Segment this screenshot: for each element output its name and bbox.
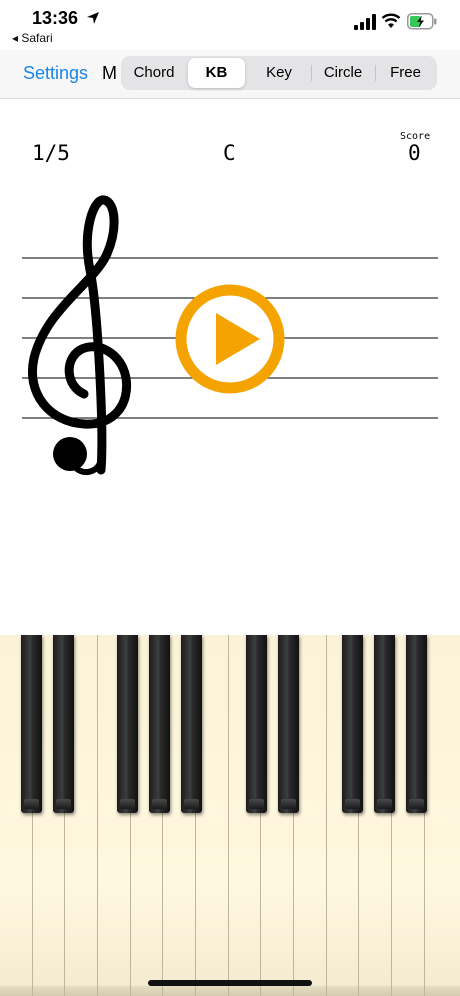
- black-key[interactable]: [53, 635, 74, 813]
- treble-clef-icon: [28, 195, 132, 476]
- white-key[interactable]: [425, 635, 460, 996]
- tab-chord[interactable]: Chord: [123, 58, 185, 88]
- black-key[interactable]: [406, 635, 427, 813]
- play-icon[interactable]: [174, 283, 286, 395]
- piano-keyboard: [0, 635, 460, 996]
- tab-circle[interactable]: Circle: [312, 58, 374, 88]
- wifi-icon: [381, 13, 401, 28]
- back-to-safari-link[interactable]: ◂ Safari: [12, 31, 53, 45]
- black-key[interactable]: [21, 635, 42, 813]
- black-key[interactable]: [181, 635, 202, 813]
- black-key[interactable]: [246, 635, 267, 813]
- black-key[interactable]: [278, 635, 299, 813]
- battery-charging-icon: [407, 13, 437, 30]
- status-time: 13:36: [32, 8, 79, 28]
- tab-kb[interactable]: KB: [188, 58, 245, 88]
- cellular-signal-icon: [354, 14, 376, 30]
- chord-name: C: [223, 141, 236, 165]
- location-arrow-icon: [87, 12, 99, 24]
- tab-key[interactable]: Key: [248, 58, 310, 88]
- black-key[interactable]: [117, 635, 138, 813]
- status-bar: 13:36 ◂ Safari: [0, 0, 460, 50]
- question-progress: 1/5: [32, 141, 70, 165]
- black-key[interactable]: [342, 635, 363, 813]
- black-key[interactable]: [149, 635, 170, 813]
- tab-free[interactable]: Free: [376, 58, 435, 88]
- mode-segmented-control: Chord KB Key Circle Free: [121, 56, 437, 90]
- score-value: 0: [408, 141, 421, 165]
- settings-button[interactable]: Settings: [23, 63, 88, 84]
- black-key[interactable]: [374, 635, 395, 813]
- home-indicator[interactable]: [148, 980, 312, 986]
- nav-title: M: [102, 63, 117, 83]
- navigation-bar: Settings M Chord KB Key Circle Free: [0, 50, 460, 99]
- clef-bottom-dot: [53, 437, 87, 471]
